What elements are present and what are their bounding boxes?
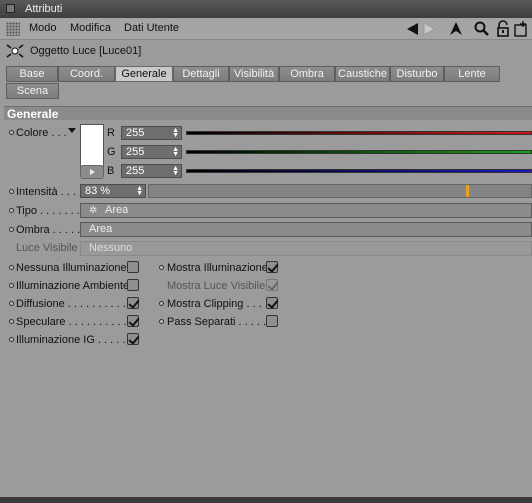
new-panel-icon[interactable] — [512, 20, 530, 38]
intensity-label: Intensità . . . — [16, 186, 76, 198]
illuminazione-ambiente-checkbox[interactable] — [127, 279, 139, 291]
r-slider[interactable] — [186, 131, 532, 135]
mostra-clipping-label: Mostra Clipping . . . . — [167, 298, 268, 310]
luce-visibile-label: Luce Visibile — [16, 242, 78, 254]
speculare-checkbox[interactable] — [127, 315, 139, 327]
tab-dettagli[interactable]: Dettagli — [173, 66, 229, 82]
ombra-label: Ombra . . . . . — [16, 224, 81, 236]
g-field[interactable]: 255 ▲ ▼ — [121, 145, 182, 159]
area-light-icon: ✲ — [89, 205, 98, 216]
pass-separati-label: Pass Separati . . . . . — [167, 316, 267, 328]
mostra-luce-visibile-label: Mostra Luce Visibile — [167, 280, 266, 292]
tab-disturbo[interactable]: Disturbo — [390, 66, 444, 82]
tab-lente[interactable]: Lente — [444, 66, 500, 82]
intensity-field[interactable]: 83 % ▲ ▼ — [80, 184, 146, 198]
color-dropdown-icon[interactable] — [68, 128, 76, 133]
anim-bullet-icon[interactable] — [9, 208, 14, 213]
tipo-dropdown[interactable]: ✲ Area — [80, 203, 532, 218]
b-label: B — [107, 165, 115, 177]
luce-visibile-dropdown[interactable]: Nessuno — [80, 241, 532, 256]
lock-icon[interactable] — [494, 20, 512, 38]
b-field[interactable]: 255 ▲ ▼ — [121, 164, 182, 178]
menu-modifica[interactable]: Modifica — [70, 22, 111, 34]
tab-coord[interactable]: Coord. — [58, 66, 115, 82]
tab-generale[interactable]: Generale — [115, 66, 173, 82]
anim-bullet-icon[interactable] — [159, 301, 164, 306]
anim-bullet-icon[interactable] — [9, 319, 14, 324]
object-title: Oggetto Luce [Luce01] — [30, 45, 142, 57]
g-slider[interactable] — [186, 150, 532, 154]
anim-bullet-icon[interactable] — [9, 283, 14, 288]
color-expand-button[interactable] — [80, 165, 104, 179]
tab-ombra[interactable]: Ombra — [279, 66, 335, 82]
diffusione-label: Diffusione . . . . . . . . . . — [16, 298, 126, 310]
object-header: Oggetto Luce [Luce01] — [0, 40, 532, 62]
window-title: Attributi — [25, 3, 63, 15]
nessuna-illuminazione-label: Nessuna Illuminazione — [16, 262, 127, 274]
mostra-illuminazione-label: Mostra Illuminazione — [167, 262, 268, 274]
pass-separati-checkbox[interactable] — [266, 315, 278, 327]
r-field[interactable]: 255 ▲ ▼ — [121, 126, 182, 140]
b-slider[interactable] — [186, 169, 532, 173]
anim-bullet-icon[interactable] — [9, 189, 14, 194]
window-titlebar: Attributi — [0, 0, 532, 18]
tab-base[interactable]: Base — [6, 66, 58, 82]
speculare-label: Speculare . . . . . . . . . . . — [16, 316, 133, 328]
g-label: G — [107, 146, 116, 158]
tab-scena[interactable]: Scena — [6, 83, 59, 99]
tab-caustiche[interactable]: Caustiche — [335, 66, 390, 82]
anim-bullet-icon[interactable] — [9, 337, 14, 342]
mostra-luce-visibile-checkbox[interactable] — [266, 279, 278, 291]
anim-bullet-icon[interactable] — [159, 319, 164, 324]
anim-bullet-icon[interactable] — [9, 227, 14, 232]
menu-modo[interactable]: Modo — [29, 22, 57, 34]
mostra-clipping-checkbox[interactable] — [266, 297, 278, 309]
anim-bullet-icon[interactable] — [9, 130, 14, 135]
intensity-slider[interactable] — [148, 184, 532, 198]
tipo-label: Tipo . . . . . . . — [16, 205, 80, 217]
anim-bullet-icon[interactable] — [9, 301, 14, 306]
search-icon[interactable] — [473, 20, 491, 38]
r-label: R — [107, 127, 115, 139]
light-object-icon — [6, 44, 24, 58]
nessuna-illuminazione-checkbox[interactable] — [127, 261, 139, 273]
mostra-illuminazione-checkbox[interactable] — [266, 261, 278, 273]
ombra-dropdown[interactable]: Area — [80, 222, 532, 237]
color-label: Colore . . . — [16, 127, 67, 139]
anim-bullet-icon[interactable] — [159, 265, 164, 270]
diffusione-checkbox[interactable] — [127, 297, 139, 309]
forward-arrow-icon[interactable] — [420, 20, 438, 38]
drag-handle-icon[interactable] — [6, 22, 20, 36]
bottom-border — [0, 497, 532, 503]
tab-visibilita[interactable]: Visibilità — [229, 66, 279, 82]
intensity-slider-thumb[interactable] — [466, 185, 469, 197]
section-header: Generale — [4, 106, 532, 121]
illuminazione-ig-checkbox[interactable] — [127, 333, 139, 345]
up-arrow-icon[interactable] — [447, 20, 465, 38]
menu-dati-utente[interactable]: Dati Utente — [124, 22, 179, 34]
anim-bullet-icon[interactable] — [9, 265, 14, 270]
illuminazione-ambiente-label: Illuminazione Ambiente — [16, 280, 130, 292]
window-grip-icon[interactable] — [6, 4, 15, 13]
menu-bar: Modo Modifica Dati Utente — [0, 18, 532, 40]
illuminazione-ig-label: Illuminazione IG . . . . . — [16, 334, 126, 346]
